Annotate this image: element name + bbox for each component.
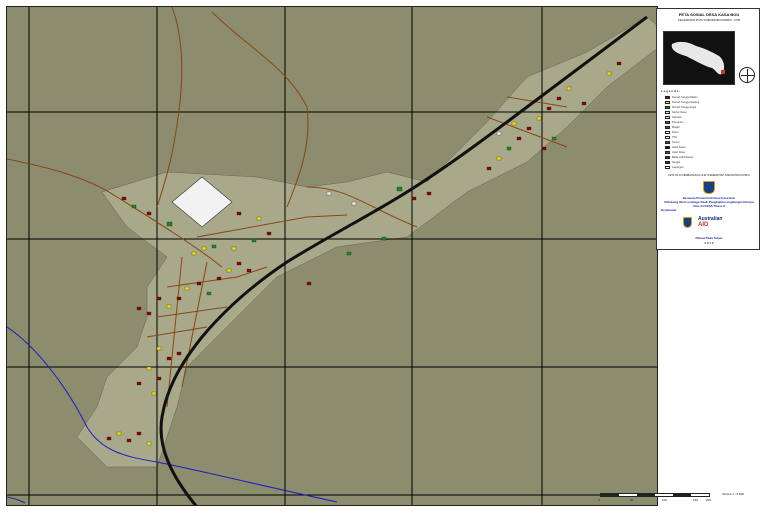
legend-label: Sungai <box>672 160 681 164</box>
map-subtitle: KECAMATAN PUTU KABUPATEN DOMPU - NTB <box>678 18 740 22</box>
legend-swatch <box>665 140 670 144</box>
legend-label: Pustu <box>672 130 679 134</box>
sponsor-logos: Australian AID <box>683 213 741 231</box>
scale-bar <box>600 493 710 497</box>
legend-panel: PETA SOSIAL DESA KASA BOU KECAMATAN PUTU… <box>656 8 760 250</box>
legend-label: Sekolah <box>672 115 682 119</box>
north-arrow-icon <box>739 67 755 83</box>
legend-item: Rumah Tangga Kaya <box>665 105 725 109</box>
legend-item: Jalan Aspal <box>665 145 725 149</box>
scale-label-1: 50 <box>630 498 634 502</box>
village-roads <box>7 7 568 408</box>
scale-label-2: 100 <box>662 498 668 502</box>
legend-swatch <box>665 145 670 149</box>
legend-label: Posyandu <box>672 120 684 124</box>
legend-label: TPA <box>672 135 677 139</box>
legend-label: Rumah Tangga Miskin <box>672 95 698 99</box>
year-label: 2 0 1 2 <box>704 241 714 245</box>
sponsor-logo: Australian AID <box>698 216 723 228</box>
legend-item: Pustu <box>665 130 725 134</box>
legend-swatch <box>665 150 670 154</box>
legend-item: Masjid <box>665 125 725 129</box>
legend-item: Batas Administrasi <box>665 155 725 159</box>
legend-label: Rumah Tangga Kaya <box>672 105 697 109</box>
legend-label: Jalan Aspal <box>672 145 686 149</box>
map-frame[interactable] <box>6 6 658 506</box>
legend-swatch <box>665 110 670 114</box>
legend-item: Sekolah <box>665 115 725 119</box>
cooperation-label: Kerjasama <box>661 208 677 212</box>
legend-swatch <box>665 160 670 164</box>
legend-item: Rumah Tangga Miskin <box>665 95 725 99</box>
river-line-lower <box>7 496 26 504</box>
inset-map <box>663 31 735 85</box>
legend-label: Masjid <box>672 125 680 129</box>
legend-swatch <box>665 125 670 129</box>
legend-swatch <box>665 135 670 139</box>
legend-label: Kantor Desa <box>672 110 687 114</box>
scale-label-3: 150 <box>693 498 699 502</box>
legend-swatch <box>665 165 670 169</box>
kabupaten-emblem-icon <box>703 181 715 194</box>
legend-label: Sumur <box>672 140 680 144</box>
village-area <box>76 16 657 468</box>
inset-island <box>671 41 725 75</box>
legend-item: Kantor Desa <box>665 110 725 114</box>
legend-item: Sungai <box>665 160 725 164</box>
legend-swatch <box>665 155 670 159</box>
legend-label: Jalan Desa <box>672 150 685 154</box>
legend-swatch <box>665 100 670 104</box>
government-emblem-icon <box>683 216 692 228</box>
made-label: Dibuat Pada Tahun <box>695 236 723 240</box>
scale-title: SKALA 1 : 5.000 <box>722 492 745 496</box>
legend-item: Jalan Desa <box>665 150 725 154</box>
source-line: PETA INI DI KEMBANGKAN OLEH PEMERINTAH K… <box>668 174 750 177</box>
legend-swatch <box>665 115 670 119</box>
map-title: PETA SOSIAL DESA KASA BOU <box>678 12 740 17</box>
legend-item: TPA <box>665 135 725 139</box>
map-sheet: PETA SOSIAL DESA KASA BOU KECAMATAN PUTU… <box>0 0 768 512</box>
legend-item: Posyandu <box>665 120 725 124</box>
legend-label: Batas Administrasi <box>672 155 694 159</box>
map-canvas <box>7 7 657 505</box>
legend-heading: L e g e n d a : <box>661 89 681 93</box>
scale-label-0: 0 <box>598 498 600 502</box>
legend-swatch <box>665 95 670 99</box>
legend-swatch <box>665 105 670 109</box>
legend-swatch <box>665 130 670 134</box>
legend-item: Sumur <box>665 140 725 144</box>
legend-label: Rumah Tangga Sedang <box>672 100 700 104</box>
legend-swatch <box>665 120 670 124</box>
legend-label: Lapangan <box>672 165 684 169</box>
legend-item: Lapangan <box>665 165 725 169</box>
legend-item: Rumah Tangga Sedang <box>665 100 725 104</box>
scale-label-4: 200 <box>706 498 712 502</box>
